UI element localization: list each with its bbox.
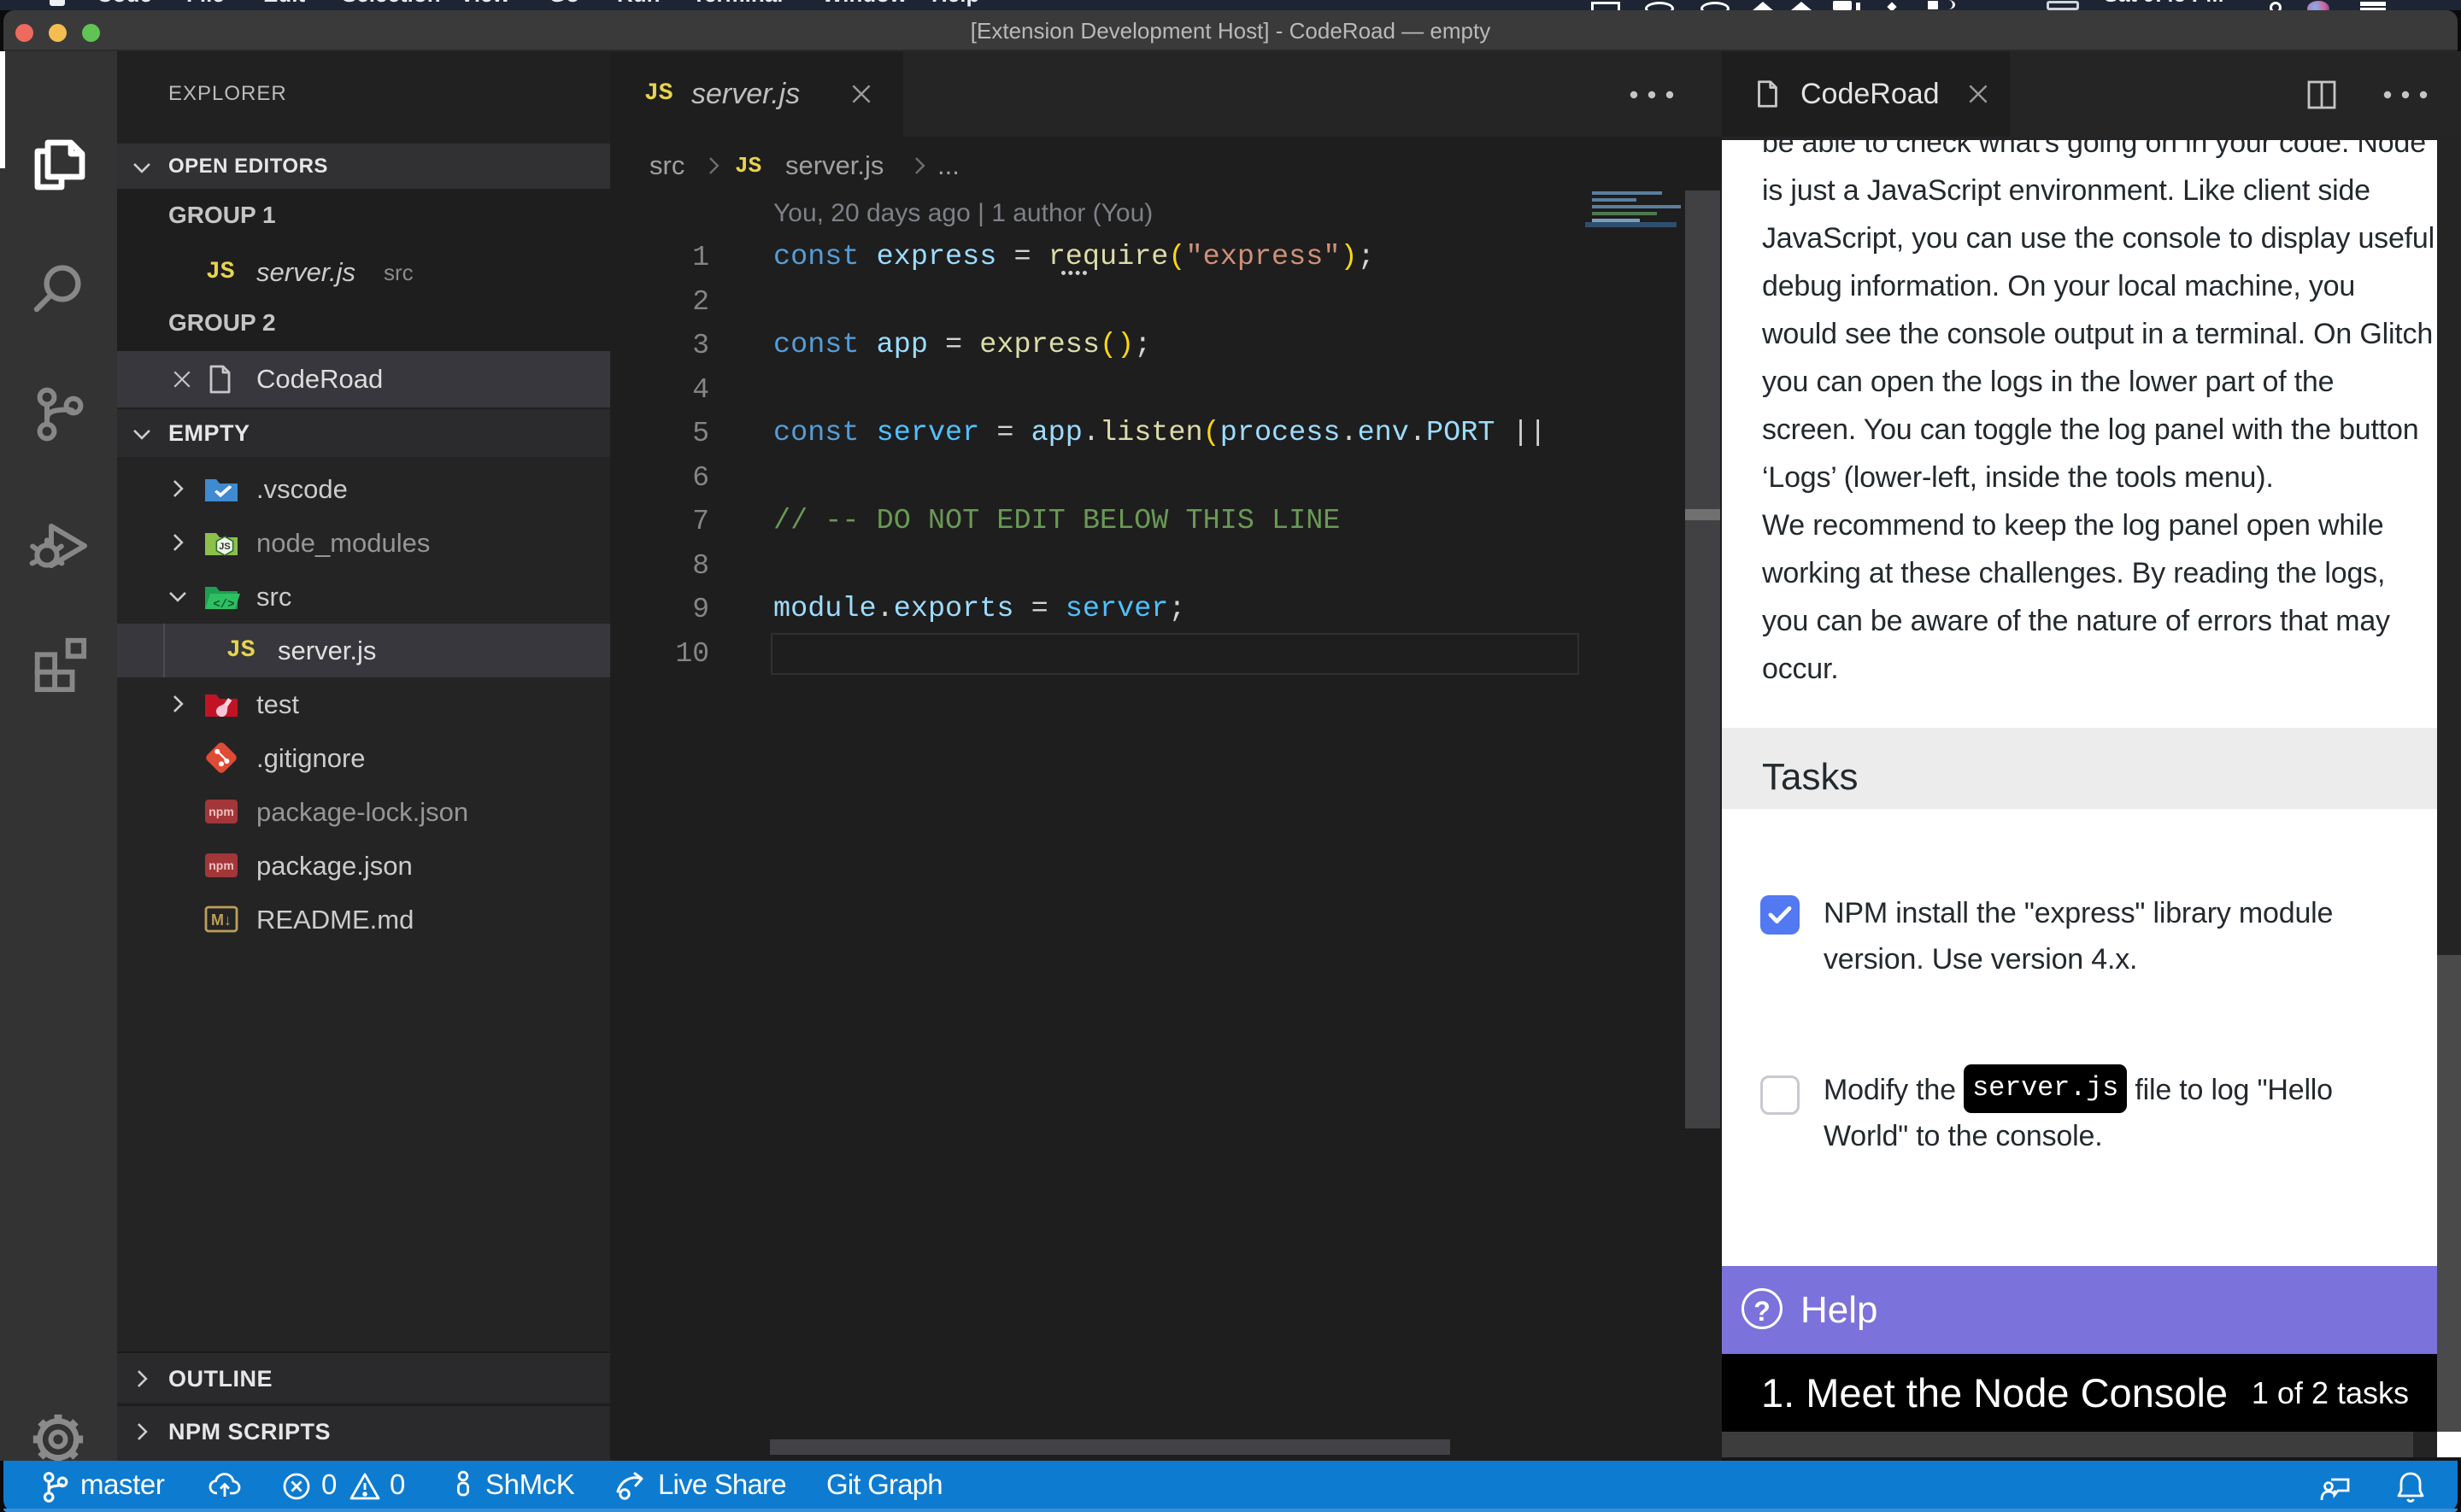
svg-text:npm: npm — [209, 859, 234, 872]
svg-text:npm: npm — [209, 805, 234, 818]
svg-text:JS: JS — [219, 542, 230, 552]
svg-text:M↓: M↓ — [211, 911, 232, 929]
svg-text:</>: </> — [213, 598, 234, 612]
